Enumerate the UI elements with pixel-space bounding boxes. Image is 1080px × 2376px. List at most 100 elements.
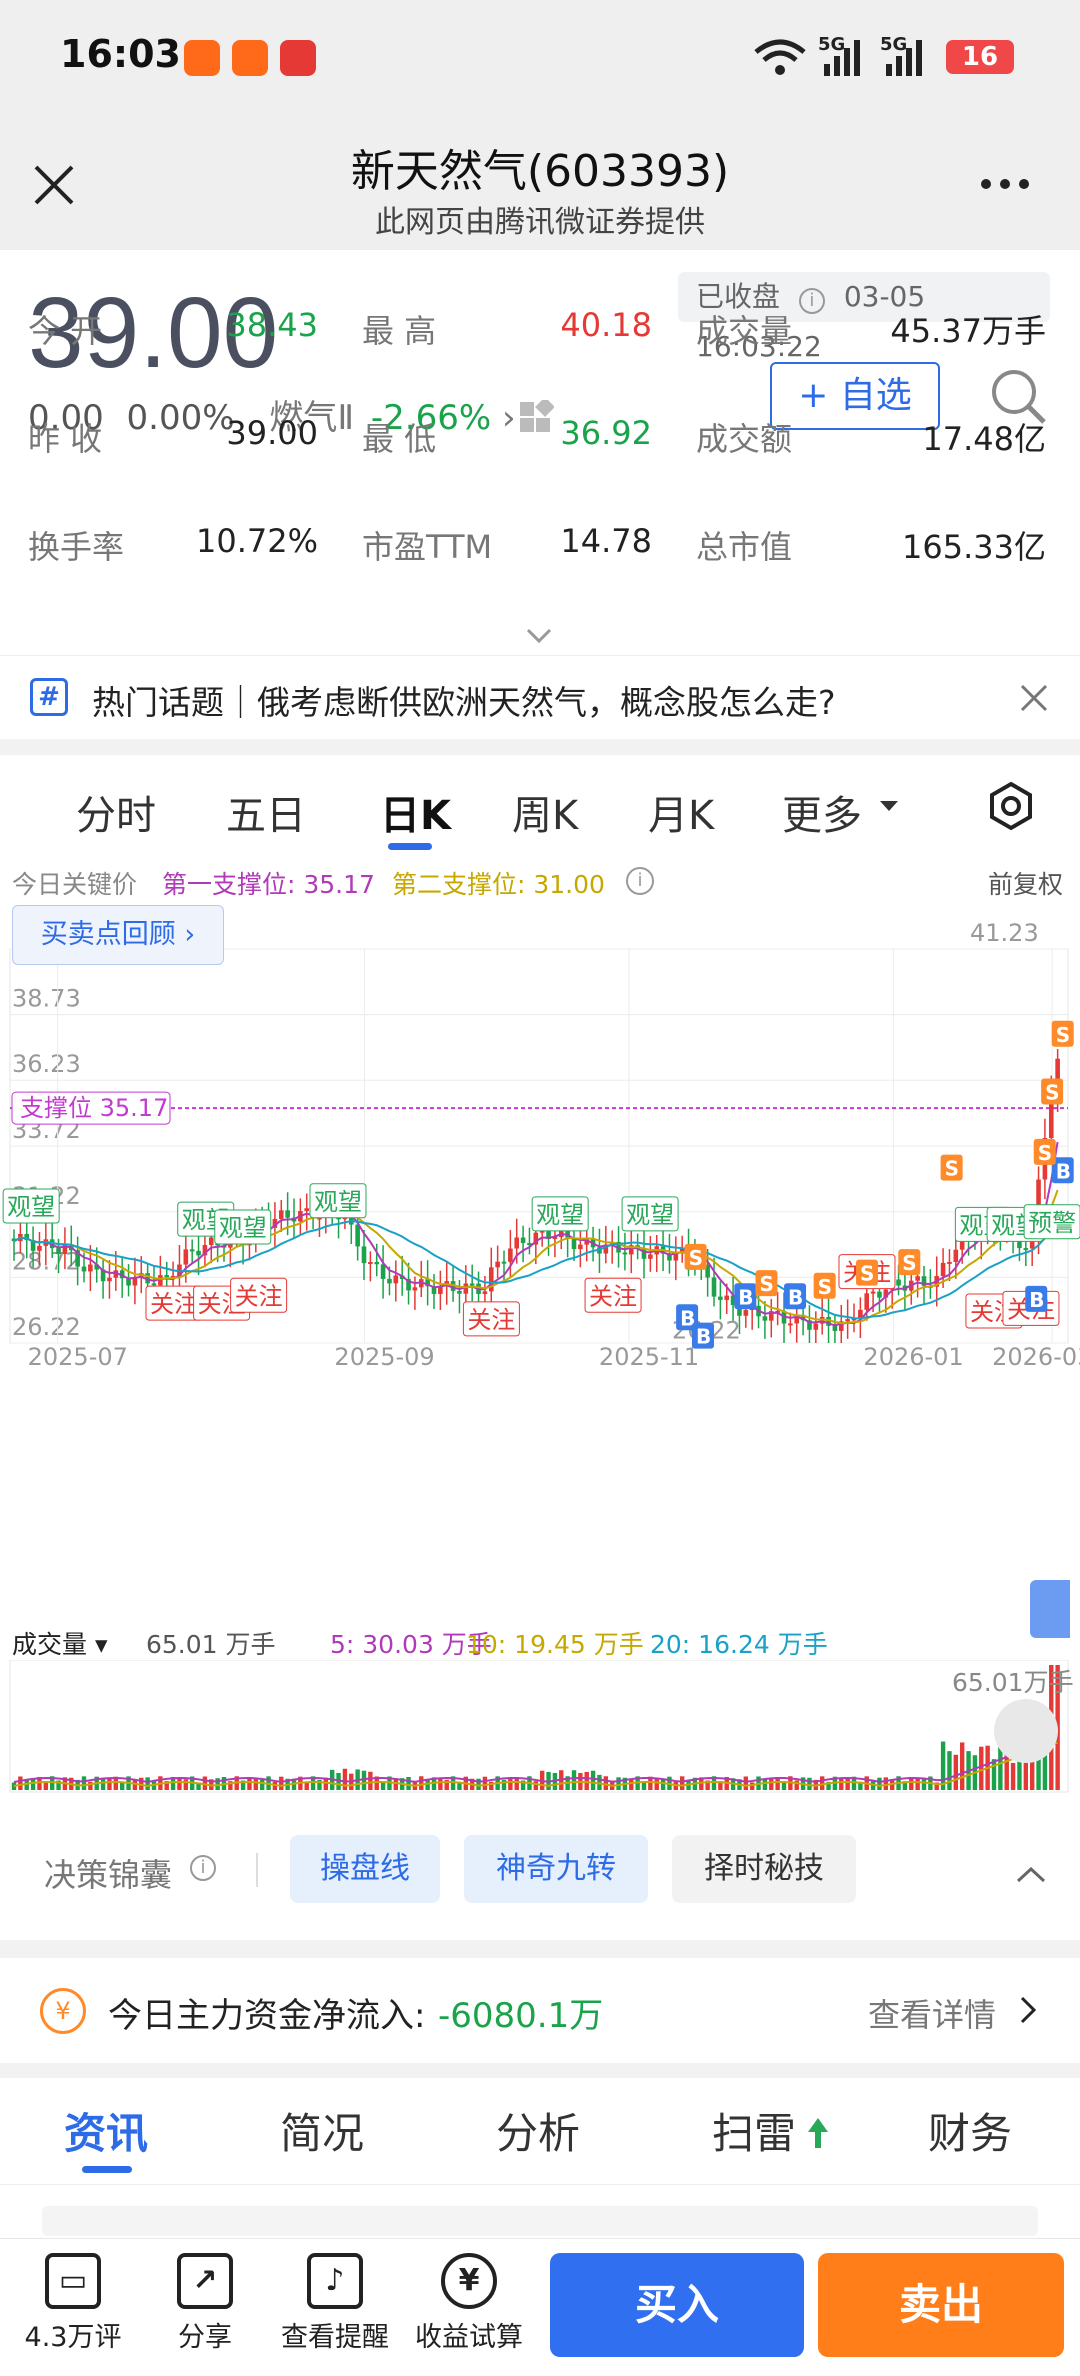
add-watchlist-button[interactable]: + 自选 (770, 362, 940, 430)
candle-body (845, 1319, 850, 1322)
app-notification-icon (184, 40, 220, 76)
signal-label: 关注 (235, 1282, 283, 1310)
buy-button[interactable]: 买入 (550, 2253, 804, 2357)
hot-topic-banner[interactable]: # 热门话题｜俄考虑断供欧洲天然气，概念股怎么走? (0, 655, 1080, 739)
more-icon[interactable] (980, 177, 1030, 191)
period-tab[interactable]: 日K (380, 783, 451, 841)
candle-body (896, 1279, 901, 1286)
candle-body (940, 1262, 946, 1277)
volume-bar (743, 1776, 749, 1790)
info-icon[interactable]: i (798, 288, 825, 314)
chevron-up-icon[interactable] (1016, 1867, 1046, 1883)
volume-bar (393, 1779, 399, 1790)
bottom-action[interactable]: ¥ 收益试算 (404, 2253, 534, 2354)
page-subtitle: 此网页由腾讯微证券提供 (375, 205, 705, 240)
candle-body (648, 1254, 653, 1259)
volume-bar (571, 1770, 577, 1790)
candle-body (37, 1245, 42, 1251)
y-tick-label: 26.22 (12, 1313, 81, 1341)
volume-bar (419, 1776, 424, 1790)
volume-bar (603, 1776, 609, 1790)
candle-body (870, 1291, 876, 1294)
tool-button[interactable]: 神奇九转 (464, 1835, 648, 1903)
volume-bar (921, 1779, 927, 1790)
arrow-up-icon (808, 2118, 828, 2148)
candle-body (947, 1261, 952, 1264)
candle-body (864, 1293, 870, 1310)
bottom-action[interactable]: ♪ 查看提醒 (270, 2253, 400, 2354)
tool-button[interactable]: 择时秘技 (672, 1835, 856, 1903)
signal-label: 预警 (1028, 1209, 1076, 1237)
candle-body (56, 1248, 61, 1255)
volume-bar (247, 1777, 252, 1790)
volume-bar (769, 1778, 774, 1790)
volume-bar (679, 1776, 685, 1790)
candle-body (380, 1264, 386, 1279)
page-title: 新天然气(603393) (350, 146, 730, 197)
x-tick-label: 2025-09 (334, 1343, 434, 1368)
period-tab[interactable]: 月K (648, 783, 714, 841)
candle-body (743, 1310, 749, 1316)
volume-bar (100, 1778, 106, 1790)
yen-icon: ¥ (40, 1988, 86, 2034)
candle-body (578, 1244, 583, 1250)
volume-frame (9, 1660, 1069, 1793)
volume-ma20: 20: 16.24 万手 (650, 1630, 828, 1659)
period-tab[interactable]: 五日 (226, 783, 306, 841)
hot-topic-text[interactable]: 热门话题｜俄考虑断供欧洲天然气，概念股怎么走? (92, 676, 836, 724)
volume-bar (953, 1754, 959, 1790)
capital-flow-row[interactable]: ¥ 今日主力资金净流入: -6080.1万 查看详情 (0, 1958, 1080, 2063)
bottom-action[interactable]: ↗ 分享 (140, 2253, 270, 2354)
sell-button[interactable]: 卖出 (818, 2253, 1064, 2357)
battery-icon: 16 (946, 40, 1014, 74)
tool-button[interactable]: 操盘线 (290, 1835, 440, 1903)
volume-bar (279, 1776, 284, 1790)
info-tab[interactable]: 分析 (496, 2100, 580, 2161)
volume-bar (883, 1777, 889, 1790)
candle-body (508, 1248, 513, 1262)
marker-label: B (788, 1285, 803, 1309)
bottom-action[interactable]: ▭ 4.3万评 (8, 2253, 138, 2354)
view-details-link[interactable]: 查看详情 (868, 1990, 996, 2036)
volume-bar (629, 1779, 634, 1790)
settings-icon[interactable] (986, 781, 1036, 831)
divider (256, 1853, 258, 1887)
first-support-label: 第一支撑位: 35.17 (162, 870, 375, 899)
stat-value: 39.00 (226, 414, 318, 452)
info-tab[interactable]: 资讯 (64, 2100, 148, 2161)
grid-icon[interactable] (518, 400, 554, 434)
signal-label: 观望 (314, 1188, 362, 1216)
info-tab[interactable]: 简况 (280, 2100, 364, 2161)
chevron-right-icon[interactable] (1020, 1996, 1036, 2024)
stat-value: 40.18 (560, 306, 652, 344)
expand-left-icon[interactable] (1030, 1580, 1070, 1638)
period-tab[interactable]: 分时 (76, 783, 156, 841)
period-tab[interactable]: 周K (512, 783, 578, 841)
chevron-down-icon[interactable] (526, 628, 552, 644)
fullscreen-icon[interactable] (994, 1699, 1058, 1763)
volume-bar (1010, 1762, 1016, 1790)
info-icon[interactable]: i (626, 867, 654, 895)
close-icon[interactable] (1020, 684, 1048, 712)
volume-bar (660, 1778, 666, 1790)
review-button[interactable]: 买卖点回顾 › (12, 905, 224, 965)
status-time: 16:03 (60, 32, 181, 76)
stat-label: 最 高 (362, 312, 437, 350)
stat-value: 10.72% (195, 522, 318, 560)
volume-title[interactable]: 成交量 ▾ (12, 1625, 108, 1661)
wifi-icon (754, 39, 806, 75)
info-tab[interactable]: 扫雷 (712, 2100, 796, 2161)
stat-label: 今 开 (28, 312, 103, 350)
marker-label: S (945, 1157, 959, 1181)
active-tab-indicator (388, 843, 432, 850)
period-tab[interactable]: 更多 (782, 783, 862, 841)
bottom-action-label: 收益试算 (415, 2322, 523, 2353)
stat-label: 总市值 (696, 528, 793, 566)
candlestick-chart[interactable]: 41.2338.7336.2333.7231.2228.7226.222025-… (0, 903, 1080, 1368)
adjust-label[interactable]: 前复权 (988, 865, 1063, 901)
candle-body (164, 1275, 170, 1278)
signal-label: 观望 (7, 1193, 55, 1221)
volume-bar (616, 1777, 621, 1790)
info-tab[interactable]: 财务 (928, 2100, 1012, 2161)
volume-ma10: 10: 19.45 万手 (466, 1630, 644, 1659)
